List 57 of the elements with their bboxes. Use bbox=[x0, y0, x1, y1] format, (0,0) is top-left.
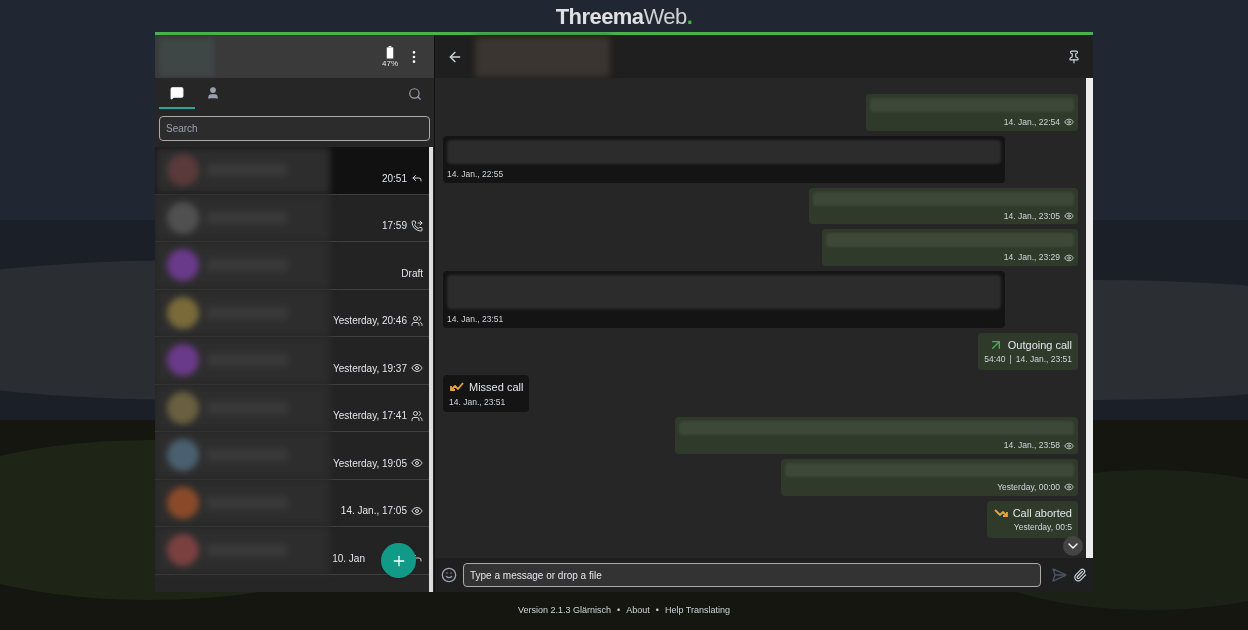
conversation-item[interactable]: 14. Jan., 17:05 bbox=[155, 479, 429, 527]
message-time: 14. Jan., 22:54 bbox=[1003, 116, 1060, 129]
emoji-icon[interactable] bbox=[441, 567, 457, 583]
conversation-time: Yesterday, 20:46 bbox=[333, 314, 407, 329]
conversation-time: 14. Jan., 17:05 bbox=[340, 504, 407, 519]
phone-icon bbox=[411, 219, 423, 232]
footer-link[interactable]: About bbox=[626, 604, 650, 618]
app-logo: ThreemaWeb. bbox=[555, 2, 693, 31]
conversation-item[interactable]: 10. Jan bbox=[155, 527, 429, 575]
conversation-time: Yesterday, 19:37 bbox=[333, 361, 407, 376]
conversation-time: 17:59 bbox=[381, 219, 407, 234]
conversation-time: Yesterday, 19:05 bbox=[333, 456, 407, 471]
message-time: 14. Jan., 23:29 bbox=[1003, 251, 1060, 264]
conversation-item[interactable]: 20:51 bbox=[155, 147, 429, 195]
message-time: 14. Jan., 23:51 bbox=[449, 395, 506, 409]
conversation-time: 10. Jan bbox=[332, 551, 365, 566]
message-time: 14. Jan., 23:05 bbox=[1003, 209, 1060, 223]
search-field[interactable]: Search bbox=[159, 116, 430, 141]
conversation-item[interactable]: Yesterday, 20:46 bbox=[155, 289, 429, 337]
chat-icon bbox=[170, 85, 184, 100]
conversation-time: Draft bbox=[401, 266, 423, 281]
conversation-item[interactable]: Draft bbox=[155, 242, 429, 290]
group-icon bbox=[411, 409, 423, 422]
message-time: Yesterday, 00:00 bbox=[997, 481, 1060, 494]
separator: • bbox=[617, 604, 621, 618]
call-label: Outgoing call bbox=[1007, 337, 1072, 353]
message-time: 14. Jan., 23:58 bbox=[1003, 439, 1060, 452]
conversation-item[interactable]: Yesterday, 19:37 bbox=[155, 337, 429, 385]
conversation-item[interactable]: Yesterday, 19:05 bbox=[155, 432, 429, 480]
battery-percent: 47% bbox=[382, 58, 398, 68]
message-time: 14. Jan., 23:51 bbox=[1015, 353, 1072, 366]
eye-icon bbox=[411, 457, 423, 470]
message-field[interactable]: Type a message or drop a file bbox=[463, 563, 1041, 587]
call-label: Missed call bbox=[469, 380, 524, 395]
conversation-item[interactable]: 17:59 bbox=[155, 194, 429, 242]
group-icon bbox=[411, 314, 423, 327]
separator: | bbox=[1009, 353, 1012, 366]
message-time: Yesterday, 00:5 bbox=[1013, 521, 1072, 534]
scrollbar[interactable] bbox=[429, 147, 433, 592]
separator: • bbox=[655, 604, 659, 618]
message-time: 14. Jan., 22:55 bbox=[447, 167, 504, 181]
attach-icon[interactable] bbox=[1073, 568, 1087, 582]
eye-icon bbox=[411, 504, 423, 517]
message-time: 14. Jan., 23:51 bbox=[447, 313, 504, 326]
conversation-time: 20:51 bbox=[381, 171, 407, 186]
conversation-time: Yesterday, 17:41 bbox=[333, 409, 407, 424]
search-icon[interactable] bbox=[408, 87, 422, 101]
conversation-item[interactable]: Yesterday, 17:41 bbox=[155, 384, 429, 432]
person-icon bbox=[206, 85, 220, 100]
call-duration: 54:40 bbox=[984, 353, 1006, 366]
footer-link[interactable]: Help Translating bbox=[664, 604, 730, 618]
version-text: Version 2.1.3 Glärnisch bbox=[518, 604, 612, 618]
battery-icon bbox=[386, 45, 394, 59]
pin-icon[interactable] bbox=[1067, 49, 1081, 64]
scrollbar[interactable] bbox=[1086, 78, 1093, 558]
call-label: Call aborted bbox=[1012, 505, 1072, 521]
eye-icon bbox=[411, 362, 423, 375]
